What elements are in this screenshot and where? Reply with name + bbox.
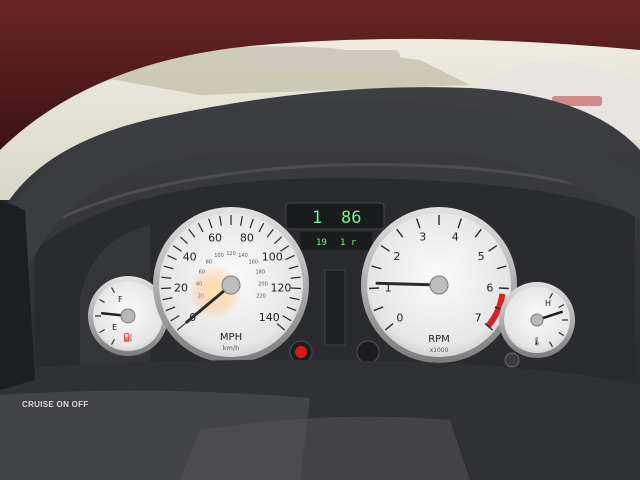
tachometer-label: 7 <box>475 312 482 325</box>
temperature-gauge: H 🌡 <box>499 282 575 358</box>
speedometer-kmh-label: 180 <box>255 270 265 276</box>
temp-gauge-hub <box>530 313 544 327</box>
speedometer-mph-label: 40 <box>183 251 197 264</box>
fuel-pump-icon: ⛽ <box>123 332 133 342</box>
fuel-gauge-hub <box>120 308 136 324</box>
tachometer: 0123 4567 RPM x1000 <box>361 207 517 363</box>
trip-reset-knob <box>356 340 380 364</box>
speedometer-subunit: km/h <box>223 344 239 352</box>
tachometer-label: 2 <box>393 250 400 263</box>
tachometer-label: 3 <box>419 231 426 244</box>
fuel-full-label: F <box>118 295 123 304</box>
tachometer-hub <box>429 275 449 295</box>
warning-light-icon <box>295 346 307 358</box>
speedometer-kmh-label: 140 <box>238 253 248 259</box>
speedometer-mph-label: 60 <box>208 231 222 244</box>
distant-car <box>255 50 400 72</box>
speedometer-kmh-label: 120 <box>226 251 236 257</box>
speedometer-kmh-label: 200 <box>258 282 268 288</box>
dashboard-scene: F E ⛽ 020406080100120140 204060801001201… <box>0 0 640 480</box>
speedometer-mph-label: 100 <box>262 251 283 264</box>
speedometer-mph-label: 140 <box>259 311 280 324</box>
speedometer-mph-label: 20 <box>174 281 188 294</box>
indicator-column <box>324 269 346 346</box>
lcd-readout: 86 <box>341 208 361 228</box>
tachometer-unit: RPM <box>428 334 450 345</box>
speedometer-kmh-label: 220 <box>256 294 266 300</box>
tachometer-label: 4 <box>452 231 459 244</box>
coolant-icon: 🌡 <box>532 337 542 346</box>
dimmer-knob <box>504 352 520 368</box>
gear-indicator: 1 <box>312 208 322 228</box>
speedometer-kmh-label: 80 <box>206 260 212 266</box>
speedometer-kmh-label: 160 <box>248 260 258 266</box>
fuel-empty-label: E <box>112 323 117 332</box>
speedometer-hub <box>221 275 241 295</box>
lcd-bottom <box>300 232 372 250</box>
speedometer-unit: MPH <box>220 332 242 343</box>
speedometer: 020406080100120140 204060801001201401601… <box>153 207 309 363</box>
tachometer-label: 5 <box>478 250 485 263</box>
cruise-control-label: CRUISE ON OFF <box>22 400 89 409</box>
lcd-bottom-right: 1 r <box>340 238 357 248</box>
cruise-control-button[interactable]: CRUISE ON OFF <box>22 400 89 409</box>
tachometer-subunit: x1000 <box>430 347 449 354</box>
lcd-top <box>285 202 385 230</box>
lcd-bottom-left: 19 <box>316 238 327 248</box>
temp-hot-label: H <box>545 299 551 308</box>
tachometer-label: 0 <box>396 312 403 325</box>
speedometer-mph-label: 80 <box>240 231 254 244</box>
speedometer-kmh-label: 100 <box>214 253 224 259</box>
speedometer-mph-label: 120 <box>270 281 291 294</box>
dashboard-photo: F E ⛽ 020406080100120140 204060801001201… <box>0 0 640 480</box>
tachometer-label: 6 <box>486 281 493 294</box>
